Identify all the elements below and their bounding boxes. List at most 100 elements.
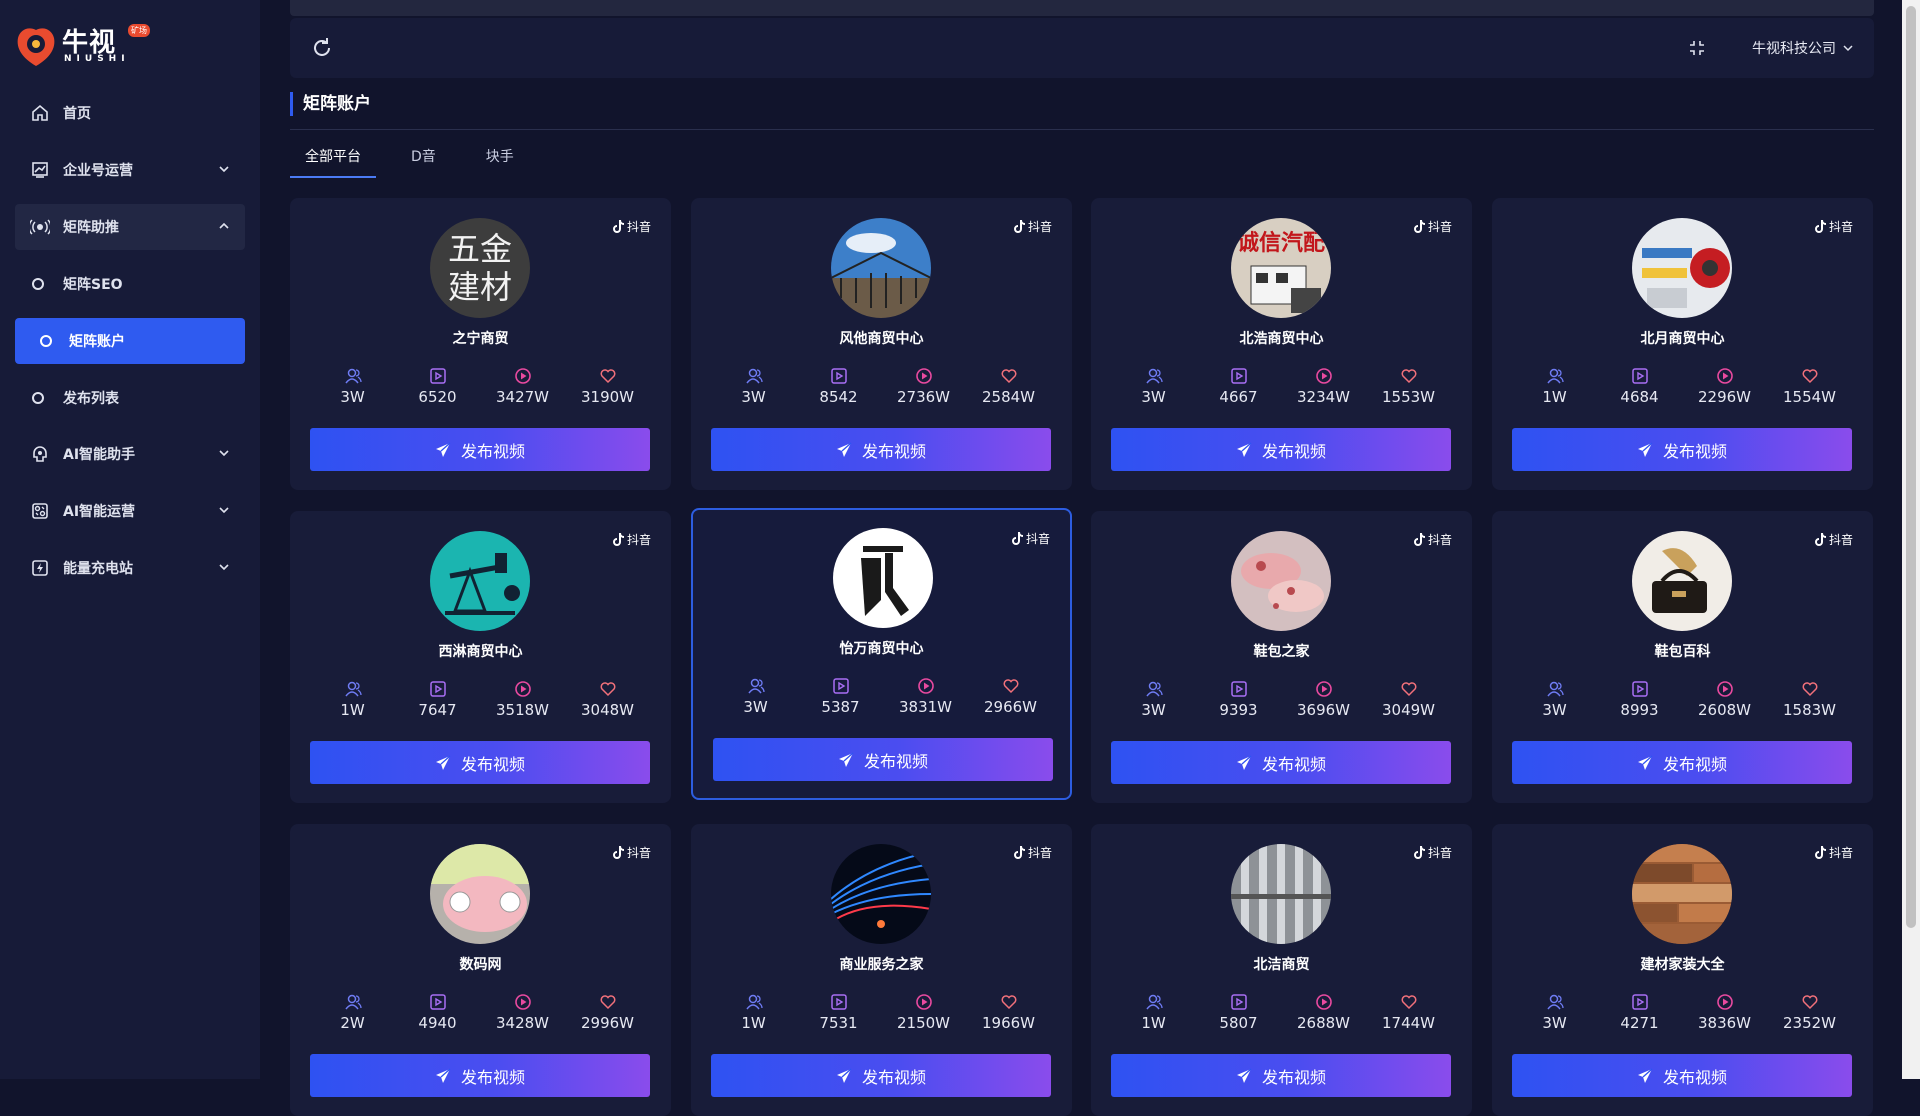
fans-icon bbox=[1111, 992, 1196, 1012]
douyin-icon bbox=[1413, 220, 1425, 233]
sidebar-item-matrix-seo[interactable]: 矩阵SEO bbox=[15, 261, 245, 307]
avatar bbox=[831, 844, 931, 944]
publish-video-button[interactable]: 发布视频 bbox=[310, 428, 650, 471]
account-card[interactable]: 抖音鞋包百科 3W 8993 2608W 1583W 发布视频 bbox=[1492, 511, 1873, 803]
platform-label: 抖音 bbox=[1027, 846, 1052, 860]
avatar: 五金 建材 bbox=[430, 218, 530, 318]
sidebar-item-ai-operations[interactable]: AI智能运营 bbox=[15, 488, 245, 534]
sidebar-item-enterprise-ops[interactable]: 企业号运营 bbox=[15, 147, 245, 193]
publish-video-button[interactable]: 发布视频 bbox=[711, 428, 1051, 471]
account-card[interactable]: 抖音 五金 建材 之宁商贸 3W 6520 3427W 3190W 发布视频 bbox=[290, 198, 671, 490]
platform-label: 抖音 bbox=[1828, 533, 1853, 547]
avatar bbox=[430, 531, 530, 631]
douyin-icon bbox=[612, 846, 624, 859]
stat-fans: 2W bbox=[310, 992, 395, 1032]
chart-icon bbox=[29, 159, 51, 181]
plays-value: 3428W bbox=[495, 1014, 549, 1032]
platform-label: 抖音 bbox=[1427, 533, 1452, 547]
sidebar-item-publish-list[interactable]: 发布列表 bbox=[15, 375, 245, 421]
stat-fans: 3W bbox=[1512, 992, 1597, 1032]
video-icon bbox=[1196, 366, 1281, 386]
platform-badge: 抖音 bbox=[1011, 530, 1050, 547]
likes-value: 1553W bbox=[1381, 388, 1435, 406]
publish-video-button[interactable]: 发布视频 bbox=[310, 741, 650, 784]
account-card[interactable]: 抖音 商业服务之家 1W 7531 2150W 1966W 发布视频 bbox=[691, 824, 1072, 1116]
account-stats: 1W 7647 3518W 3048W bbox=[310, 679, 650, 719]
account-card[interactable]: 抖音 北月商贸中心 1W 4684 2296W 1554W 发布视频 bbox=[1492, 198, 1873, 490]
refresh-icon[interactable] bbox=[310, 36, 334, 60]
publish-video-label: 发布视频 bbox=[1662, 754, 1727, 774]
stat-fans: 3W bbox=[310, 366, 395, 406]
account-stats: 3W 8993 2608W 1583W bbox=[1512, 679, 1852, 719]
douyin-icon bbox=[1413, 533, 1425, 546]
sidebar-item-matrix-boost[interactable]: 矩阵助推 bbox=[15, 204, 245, 250]
account-card[interactable]: 抖音 鞋包之家 3W 9393 3696W 3049W 发布视频 bbox=[1091, 511, 1472, 803]
exit-fullscreen-icon[interactable] bbox=[1688, 39, 1706, 57]
heart-icon bbox=[966, 366, 1051, 386]
publish-video-button[interactable]: 发布视频 bbox=[1512, 741, 1852, 784]
publish-video-button[interactable]: 发布视频 bbox=[1512, 1054, 1852, 1097]
play-icon bbox=[1281, 679, 1366, 699]
stat-videos: 7531 bbox=[796, 992, 881, 1032]
stat-plays: 3836W bbox=[1682, 992, 1767, 1032]
account-card[interactable]: 抖音 风他商贸中心 3W 8542 2736W 2584W 发布视频 bbox=[691, 198, 1072, 490]
fans-value: 1W bbox=[1542, 388, 1567, 406]
publish-video-button[interactable]: 发布视频 bbox=[1111, 428, 1451, 471]
platform-badge: 抖音 bbox=[1013, 844, 1052, 861]
sidebar-item-matrix-accounts[interactable]: 矩阵账户 bbox=[15, 318, 245, 364]
account-card[interactable]: 抖音 数码网 2W 4940 3428W 2996W 发布视频 bbox=[290, 824, 671, 1116]
plays-value: 3427W bbox=[495, 388, 549, 406]
tab-douyin[interactable]: D音 bbox=[396, 144, 451, 176]
publish-video-button[interactable]: 发布视频 bbox=[713, 738, 1053, 781]
send-icon bbox=[1236, 442, 1252, 457]
account-card[interactable]: 抖音 西淋商贸中心 1W 7647 3518W 3048W 发布视频 bbox=[290, 511, 671, 803]
stat-likes: 1554W bbox=[1767, 366, 1852, 406]
account-card[interactable]: 抖音 诚信汽配 北浩商贸中心 3W 4667 3234W 1553W 发布视频 bbox=[1091, 198, 1472, 490]
avatar-text-1: 五金 bbox=[448, 230, 512, 268]
sidebar-item-ai-assistant[interactable]: AI智能助手 bbox=[15, 431, 245, 477]
publish-video-button[interactable]: 发布视频 bbox=[711, 1054, 1051, 1097]
douyin-icon bbox=[612, 220, 624, 233]
scrollbar[interactable] bbox=[1902, 0, 1920, 1079]
account-card[interactable]: 抖音 建材家装大全 3W 4271 3836W 2352W 发布视频 bbox=[1492, 824, 1873, 1116]
tab-kuaishou[interactable]: 块手 bbox=[471, 144, 529, 176]
send-icon bbox=[1236, 1068, 1252, 1083]
account-card[interactable]: 抖音 怡万商贸中心 3W 5387 3831W 2966W 发布视频 bbox=[691, 508, 1072, 800]
sidebar-item-home[interactable]: 首页 bbox=[15, 90, 245, 136]
stat-videos: 7647 bbox=[395, 679, 480, 719]
publish-video-button[interactable]: 发布视频 bbox=[310, 1054, 650, 1097]
account-name: 北月商贸中心 bbox=[1640, 331, 1725, 347]
stat-videos: 6520 bbox=[395, 366, 480, 406]
account-stats: 3W 6520 3427W 3190W bbox=[310, 366, 650, 406]
stat-fans: 3W bbox=[713, 676, 798, 716]
company-dropdown[interactable]: 牛视科技公司 bbox=[1752, 38, 1854, 58]
douyin-icon bbox=[1814, 533, 1826, 546]
fans-icon bbox=[310, 366, 395, 386]
account-name: 怡万商贸中心 bbox=[839, 641, 924, 657]
account-card[interactable]: 抖音 北洁商贸 1W 5807 2688W 1744W 发布视频 bbox=[1091, 824, 1472, 1116]
platform-label: 抖音 bbox=[1828, 220, 1853, 234]
videos-value: 4271 bbox=[1620, 1014, 1659, 1032]
platform-badge: 抖音 bbox=[612, 218, 651, 235]
ai-operations-icon bbox=[29, 500, 51, 522]
likes-value: 3049W bbox=[1381, 701, 1435, 719]
account-name: 鞋包百科 bbox=[1654, 644, 1711, 660]
plays-value: 3831W bbox=[898, 698, 952, 716]
send-icon bbox=[836, 1068, 852, 1083]
sidebar-item-energy-station[interactable]: 能量充电站 bbox=[15, 545, 245, 591]
plays-value: 2608W bbox=[1697, 701, 1751, 719]
logo-badge: 矿场 bbox=[128, 24, 150, 37]
video-icon bbox=[796, 366, 881, 386]
publish-video-label: 发布视频 bbox=[1261, 754, 1326, 774]
fans-icon bbox=[711, 366, 796, 386]
publish-video-button[interactable]: 发布视频 bbox=[1111, 1054, 1451, 1097]
tab-all-platforms[interactable]: 全部平台 bbox=[290, 144, 376, 178]
account-name: 风他商贸中心 bbox=[839, 331, 924, 347]
scrollbar-thumb[interactable] bbox=[1906, 6, 1916, 928]
send-icon bbox=[1637, 755, 1653, 770]
logo[interactable]: 牛视 NIUSHI 矿场 bbox=[14, 20, 154, 70]
stat-plays: 3696W bbox=[1281, 679, 1366, 719]
publish-video-button[interactable]: 发布视频 bbox=[1111, 741, 1451, 784]
publish-video-button[interactable]: 发布视频 bbox=[1512, 428, 1852, 471]
stat-plays: 2296W bbox=[1682, 366, 1767, 406]
